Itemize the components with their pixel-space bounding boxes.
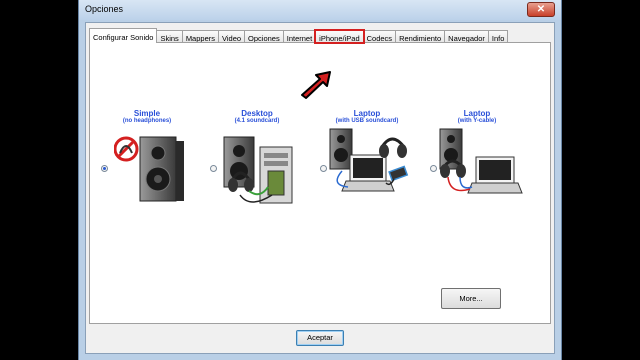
option-title: Desktop [241,109,273,118]
option-simple[interactable]: Simple (no headphones) [96,109,198,229]
dialog-client-area: Configurar Sonido Skins Mappers Video Op… [85,22,555,354]
desktop-pc-headphones-icon [223,136,293,204]
option-desktop[interactable]: Desktop (4.1 soundcard) [206,109,308,229]
laptop-y-cable-icon [439,128,523,194]
radio-laptop-usb[interactable] [320,165,327,172]
options-window: Opciones ✕ Configurar Sonido Skins Mappe… [78,0,562,360]
option-laptop-usb[interactable]: Laptop (with USB soundcard) [316,109,418,229]
option-subtitle: (4.1 soundcard) [234,118,280,124]
radio-laptop-y-cable[interactable] [430,165,437,172]
speaker-no-headphones-icon [114,136,184,202]
radio-simple[interactable] [101,165,108,172]
tab-configurar-sonido[interactable]: Configurar Sonido [89,28,158,43]
laptop-usb-soundcard-icon [329,128,409,192]
option-title: Simple [133,109,161,118]
close-button[interactable]: ✕ [527,2,555,17]
option-subtitle: (with USB soundcard) [335,118,399,124]
title-bar[interactable]: Opciones ✕ [79,0,561,20]
option-title: Laptop [353,109,381,118]
option-subtitle: (with Y-cable) [457,118,497,124]
radio-desktop[interactable] [210,165,217,172]
accept-button[interactable]: Aceptar [296,330,344,346]
option-laptop-y-cable[interactable]: Laptop (with Y-cable) [426,109,528,229]
option-title: Laptop [463,109,491,118]
tab-iphone-ipad[interactable]: iPhone/iPad [314,29,365,44]
more-button[interactable]: More... [441,288,501,309]
tab-strip: Configurar Sonido Skins Mappers Video Op… [89,28,509,44]
window-title: Opciones [85,4,124,14]
sound-config-panel: Simple (no headphones) Desktop (4.1 soun… [89,42,551,324]
red-arrow-annotation [301,71,331,99]
